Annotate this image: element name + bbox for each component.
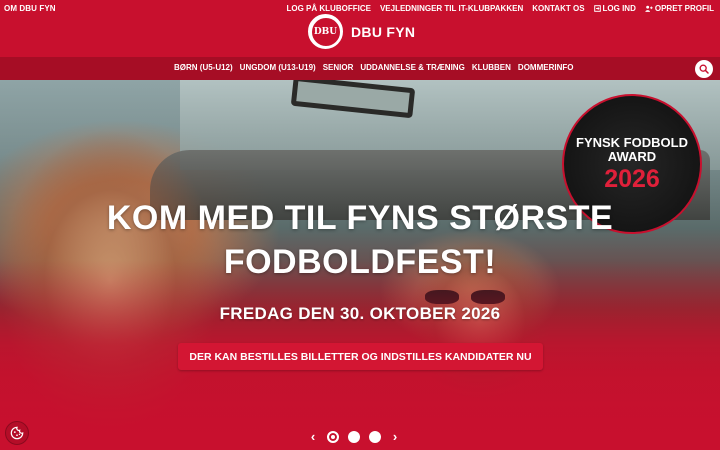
nav-item-klubben[interactable]: KLUBBEN: [472, 63, 511, 72]
hero-headline: KOM MED TIL FYNS STØRSTE FODBOLDFEST!: [0, 196, 720, 284]
dbu-fyn-logo[interactable]: DBU DBU FYN: [308, 14, 415, 49]
kluboffice-link[interactable]: LOG PÅ KLUBOFFICE: [287, 4, 371, 13]
nav-item-senior[interactable]: SENIOR: [323, 63, 354, 72]
login-label: LOG IND: [602, 4, 636, 13]
user-plus-icon: [645, 5, 653, 12]
chevron-right-icon[interactable]: ›: [390, 430, 400, 444]
carousel-dot-1[interactable]: [327, 431, 339, 443]
tickets-cta-button[interactable]: DER KAN BESTILLES BILLETTER OG INDSTILLE…: [178, 343, 543, 370]
search-icon: [699, 64, 709, 74]
create-profile-link[interactable]: OPRET PROFIL: [645, 4, 714, 13]
login-link[interactable]: LOG IND: [593, 4, 636, 13]
nav-item-ungdom[interactable]: UNGDOM (U13-U19): [240, 63, 316, 72]
carousel-dot-2[interactable]: [348, 431, 360, 443]
search-button[interactable]: [695, 60, 713, 78]
chevron-left-icon[interactable]: ‹: [308, 430, 318, 444]
site-header: OM DBU FYN LOG PÅ KLUBOFFICE VEJLEDNINGE…: [0, 0, 720, 57]
headline-line1: KOM MED TIL FYNS STØRSTE: [106, 199, 614, 237]
contact-link[interactable]: KONTAKT OS: [532, 4, 584, 13]
login-icon: [593, 5, 601, 12]
cookie-settings-button[interactable]: [5, 421, 29, 445]
nav-item-uddannelse[interactable]: UDDANNELSE & TRÆNING: [360, 63, 464, 72]
create-profile-label: OPRET PROFIL: [654, 4, 714, 13]
carousel-dot-3[interactable]: [369, 431, 381, 443]
logo-text: DBU FYN: [351, 23, 416, 40]
hero-subheading: FREDAG DEN 30. OKTOBER 2026: [219, 304, 501, 323]
dbu-seal-icon: DBU: [308, 14, 343, 49]
headline-line2: FODBOLDFEST!: [223, 243, 497, 281]
it-guides-link[interactable]: VEJLEDNINGER TIL IT-KLUBPAKKEN: [380, 4, 523, 13]
nav-item-boern[interactable]: BØRN (U5-U12): [174, 63, 233, 72]
award-title-line1: FYNSK FODBOLD: [576, 134, 688, 150]
about-link[interactable]: OM DBU FYN: [4, 4, 56, 13]
award-title-line2: AWARD: [607, 148, 657, 164]
nav-item-dommerinfo[interactable]: DOMMERINFO: [518, 63, 574, 72]
top-links: LOG PÅ KLUBOFFICE VEJLEDNINGER TIL IT-KL…: [287, 4, 715, 13]
main-nav: BØRN (U5-U12) UNGDOM (U13-U19) SENIOR UD…: [0, 57, 720, 80]
carousel-controls: ‹ ›: [308, 430, 400, 444]
cookie-icon: [10, 426, 24, 440]
award-year: 2026: [604, 164, 660, 193]
seal-text: DBU: [313, 26, 338, 37]
